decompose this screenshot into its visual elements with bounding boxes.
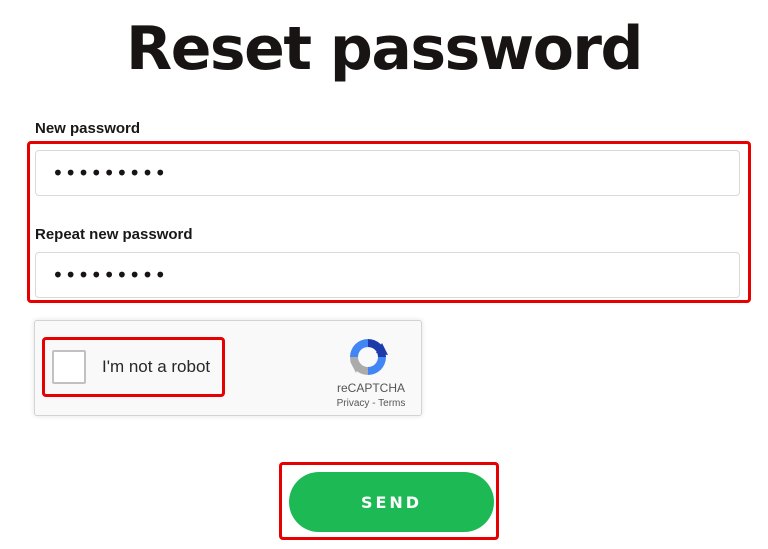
repeat-password-label: Repeat new password [35,226,193,243]
page-title: Reset password [126,14,643,84]
recaptcha-widget: I'm not a robot reCAPTCHA Privacy - Term… [34,320,422,416]
new-password-input[interactable]: ••••••••• [35,150,740,196]
recaptcha-terms-link[interactable]: Terms [378,398,405,409]
recaptcha-logo-icon [346,335,390,379]
recaptcha-checkbox[interactable] [52,350,86,384]
recaptcha-links-separator: - [369,398,379,409]
recaptcha-checkbox-label: I'm not a robot [102,357,211,376]
new-password-label: New password [35,120,141,137]
recaptcha-links: Privacy - Terms [321,398,421,409]
recaptcha-privacy-link[interactable]: Privacy [337,398,370,409]
recaptcha-brand: reCAPTCHA [336,381,405,395]
repeat-password-input[interactable]: ••••••••• [35,252,740,298]
send-button[interactable]: SEND [289,472,494,532]
